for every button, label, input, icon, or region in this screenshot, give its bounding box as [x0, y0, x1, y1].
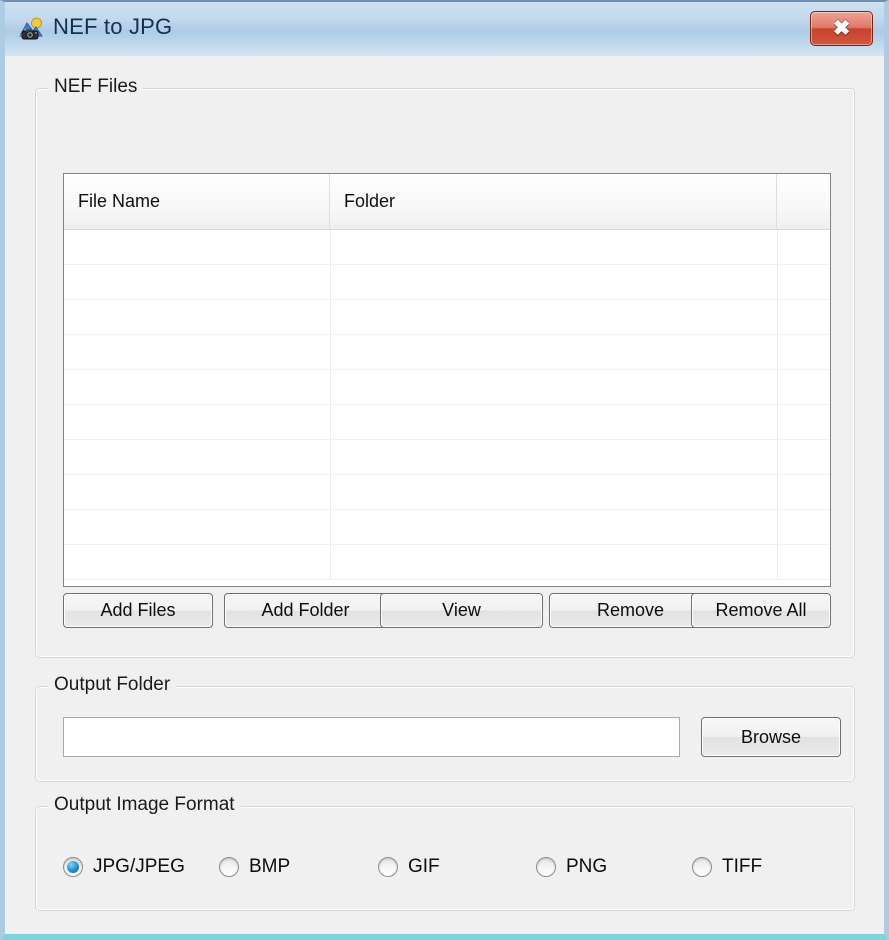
table-row[interactable] — [64, 265, 830, 300]
convert-button[interactable]: Convert — [548, 935, 691, 940]
table-row[interactable] — [64, 405, 830, 440]
column-header-folder-label: Folder — [344, 191, 396, 211]
table-row[interactable] — [64, 370, 830, 405]
format-radio-png-label: PNG — [566, 856, 608, 877]
column-header-file-name-label: File Name — [78, 191, 161, 211]
remove-button[interactable]: Remove — [549, 593, 712, 628]
column-divider — [777, 230, 778, 264]
view-button[interactable]: View — [380, 593, 543, 628]
application-window: NEF to JPG ✖ NEF Files File Name Folder — [0, 0, 889, 940]
website-link[interactable]: www.neftojpg.com — [35, 936, 197, 940]
column-divider — [777, 405, 778, 439]
column-header-folder[interactable]: Folder — [330, 174, 777, 229]
table-row[interactable] — [64, 475, 830, 510]
client-area: NEF Files File Name Folder Add Files Add… — [5, 56, 884, 934]
column-divider — [330, 545, 331, 579]
column-divider — [777, 440, 778, 474]
table-row[interactable] — [64, 230, 830, 265]
nef-files-group: NEF Files File Name Folder Add Files Add… — [35, 76, 855, 658]
output-folder-group-title: Output Folder — [48, 674, 177, 696]
column-divider — [330, 265, 331, 299]
radio-empty-icon — [692, 857, 712, 877]
close-button[interactable]: ✖ — [810, 11, 873, 46]
column-divider — [330, 475, 331, 509]
column-divider — [777, 370, 778, 404]
window-title: NEF to JPG — [53, 14, 173, 39]
remove-all-button[interactable]: Remove All — [691, 593, 831, 628]
table-row[interactable] — [64, 545, 830, 580]
column-divider — [777, 335, 778, 369]
nef-files-listview[interactable]: File Name Folder — [63, 173, 831, 587]
output-folder-group: Output Folder Browse — [35, 674, 855, 782]
format-radio-gif[interactable]: GIF — [378, 853, 440, 881]
format-radio-bmp-label: BMP — [249, 856, 291, 877]
exit-button[interactable]: Exit — [705, 935, 865, 940]
column-divider — [330, 510, 331, 544]
browse-button-label: Browse — [740, 726, 802, 747]
add-folder-button-label: Add Folder — [261, 600, 350, 620]
format-radio-tiff-label: TIFF — [722, 856, 763, 877]
radio-filled-icon — [63, 857, 83, 877]
close-icon: ✖ — [832, 17, 851, 40]
column-divider — [330, 440, 331, 474]
output-format-group: Output Image Format JPG/JPEG BMP GIF PNG… — [35, 794, 855, 911]
column-divider — [330, 405, 331, 439]
format-radio-jpg-jpeg-label: JPG/JPEG — [93, 856, 185, 877]
column-divider — [777, 475, 778, 509]
format-radio-png[interactable]: PNG — [536, 853, 607, 881]
column-header-file-name[interactable]: File Name — [64, 174, 330, 229]
add-files-button[interactable]: Add Files — [63, 593, 213, 628]
column-divider — [777, 545, 778, 579]
format-radio-bmp[interactable]: BMP — [219, 853, 290, 881]
browse-button[interactable]: Browse — [701, 717, 841, 757]
radio-empty-icon — [378, 857, 398, 877]
column-divider — [330, 230, 331, 264]
view-button-label: View — [442, 600, 481, 620]
listview-body[interactable] — [64, 230, 830, 586]
table-row[interactable] — [64, 440, 830, 475]
column-divider — [330, 370, 331, 404]
remove-button-label: Remove — [596, 600, 665, 620]
nef-files-group-title: NEF Files — [48, 76, 144, 98]
radio-empty-icon — [536, 857, 556, 877]
table-row[interactable] — [64, 300, 830, 335]
format-radio-gif-label: GIF — [408, 856, 440, 877]
listview-header: File Name Folder — [64, 174, 830, 230]
format-radio-tiff[interactable]: TIFF — [692, 853, 762, 881]
output-format-group-title: Output Image Format — [48, 794, 241, 816]
add-files-button-label: Add Files — [100, 600, 176, 620]
table-row[interactable] — [64, 335, 830, 370]
column-divider — [330, 335, 331, 369]
column-divider — [330, 300, 331, 334]
format-radio-jpg-jpeg[interactable]: JPG/JPEG — [63, 853, 185, 881]
column-divider — [777, 300, 778, 334]
title-bar[interactable]: NEF to JPG ✖ — [5, 2, 884, 57]
column-header-extra[interactable] — [777, 174, 830, 229]
photo-camera-icon — [18, 17, 44, 41]
column-divider — [777, 510, 778, 544]
add-folder-button[interactable]: Add Folder — [224, 593, 387, 628]
remove-all-button-label: Remove All — [715, 600, 807, 620]
table-row[interactable] — [64, 510, 830, 545]
radio-empty-icon — [219, 857, 239, 877]
output-folder-input[interactable] — [63, 717, 680, 757]
column-divider — [777, 265, 778, 299]
